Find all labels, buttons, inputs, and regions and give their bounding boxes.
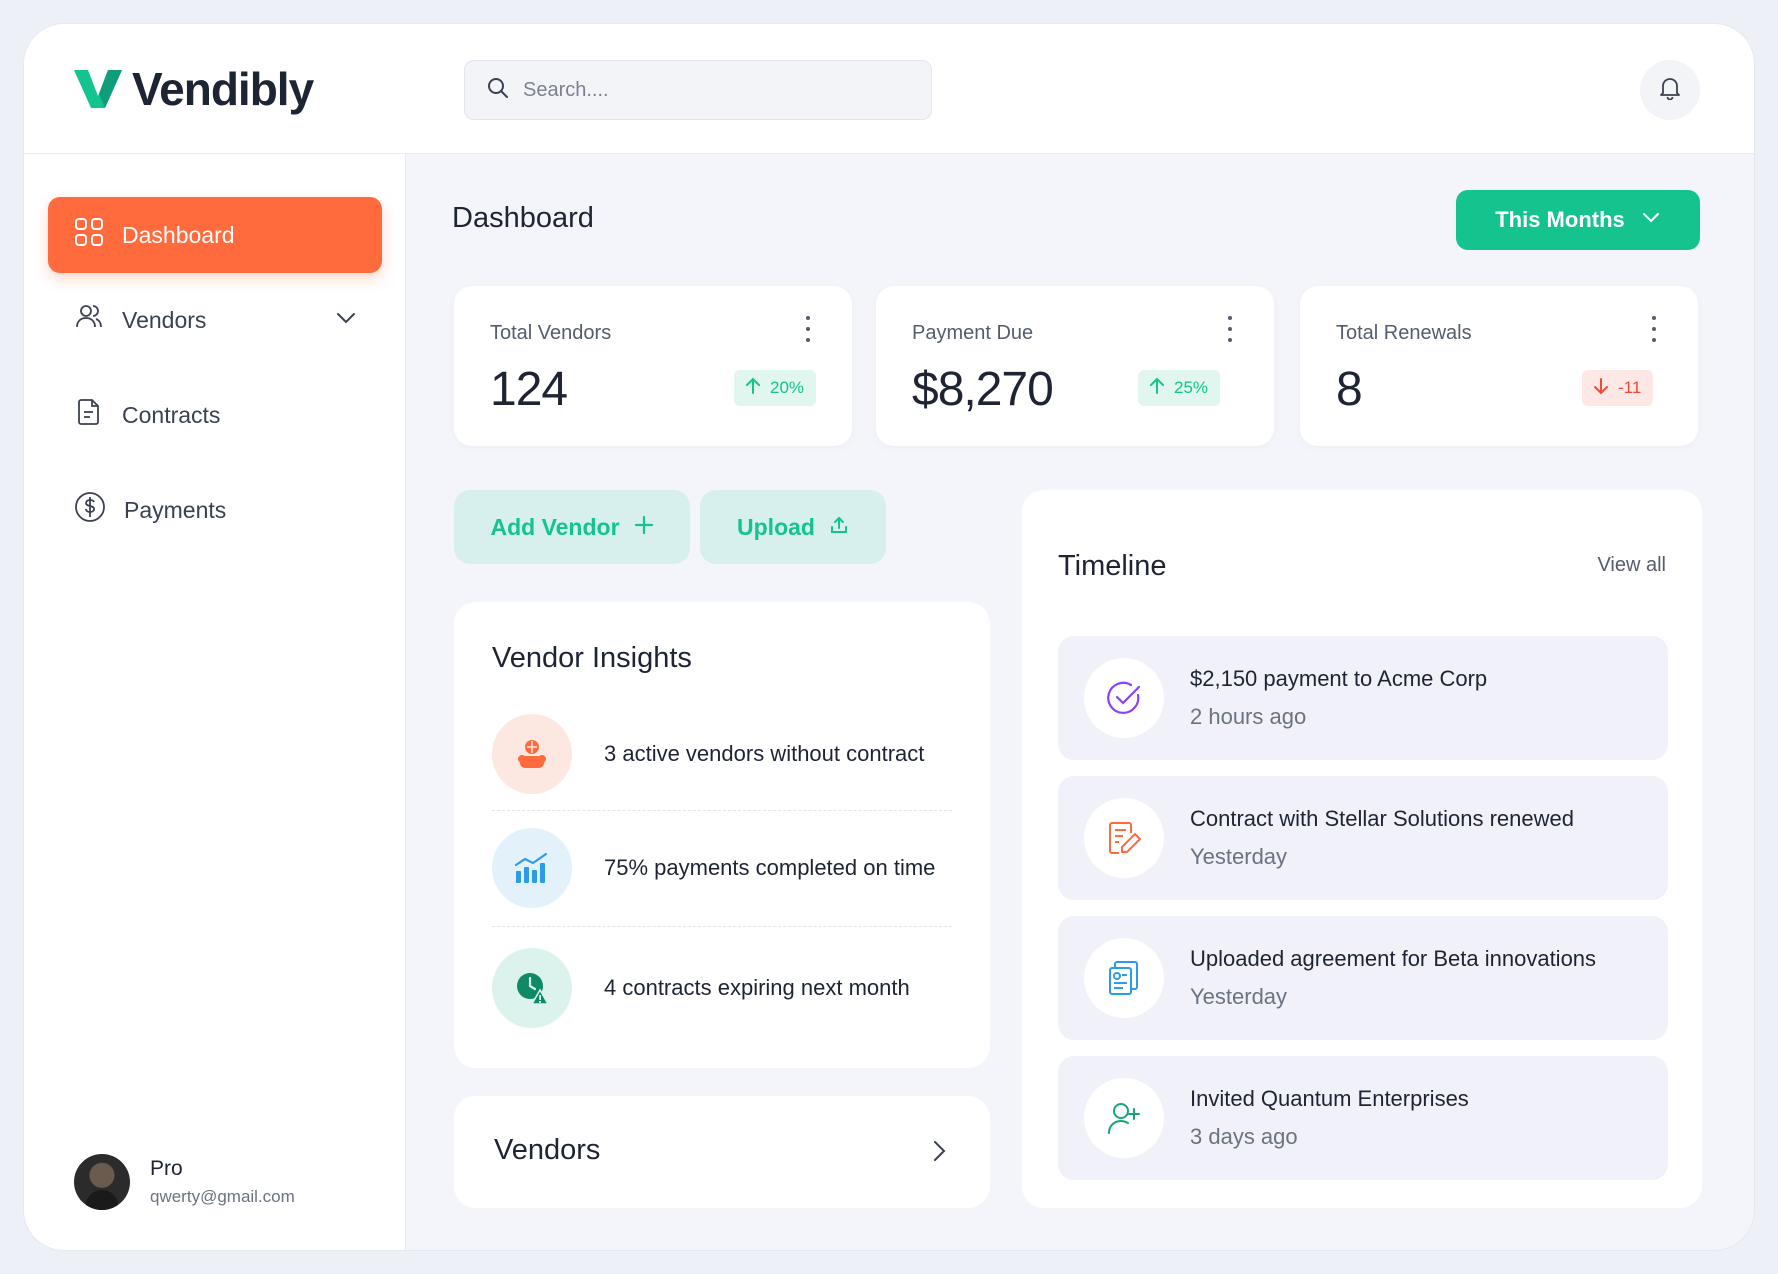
sidebar: Dashboard Vendors Contracts Payments Pro…	[24, 154, 406, 1250]
upload-icon	[829, 514, 849, 541]
page-title: Dashboard	[452, 202, 594, 234]
grid-icon	[74, 217, 104, 253]
clock-warning-icon	[492, 948, 572, 1028]
search-box[interactable]	[464, 60, 932, 120]
divider	[492, 926, 952, 927]
user-plus-icon	[1084, 1078, 1164, 1158]
stat-card-total-vendors: Total Vendors 124 20%	[454, 286, 852, 446]
vendors-card-title: Vendors	[494, 1134, 601, 1166]
arrow-up-icon	[746, 377, 760, 400]
plus-icon	[634, 514, 654, 541]
list-item[interactable]: 4 contracts expiring next month	[492, 948, 952, 1028]
trend-badge: 20%	[734, 370, 817, 406]
avatar[interactable]	[74, 1154, 130, 1210]
trend-value: -11	[1618, 378, 1642, 397]
add-vendor-button[interactable]: Add Vendor	[454, 490, 690, 564]
upload-button[interactable]: Upload	[700, 490, 886, 564]
dollar-icon	[74, 491, 106, 529]
stat-card-total-renewals: Total Renewals 8 -11	[1300, 286, 1698, 446]
timeline-item[interactable]: Invited Quantum Enterprises 3 days ago	[1058, 1056, 1668, 1180]
user-name: Pro	[150, 1157, 183, 1180]
timeline-item-title: Invited Quantum Enterprises	[1190, 1086, 1469, 1111]
sidebar-item-label: Payments	[124, 496, 227, 523]
more-options-icon[interactable]	[1650, 316, 1658, 342]
more-options-icon[interactable]	[804, 316, 812, 342]
timeline-title: Timeline	[1058, 550, 1167, 582]
sidebar-item-contracts[interactable]: Contracts	[48, 377, 382, 453]
timeline-item-title: Contract with Stellar Solutions renewed	[1190, 806, 1574, 831]
trend-value: 25%	[1174, 378, 1209, 397]
stat-value: $8,270	[912, 363, 1054, 416]
upload-label: Upload	[737, 513, 815, 540]
timeline-item-time: Yesterday	[1190, 844, 1288, 869]
contract-edit-icon	[1084, 798, 1164, 878]
app-logo[interactable]: Vendibly	[72, 62, 314, 116]
insight-text: 75% payments completed on time	[604, 855, 936, 880]
arrow-up-icon	[1150, 377, 1164, 400]
stat-label: Total Vendors	[490, 322, 612, 344]
sidebar-item-label: Vendors	[122, 306, 207, 333]
app-window: Vendibly Dashboard Vendors	[24, 24, 1754, 1250]
list-item[interactable]: 75% payments completed on time	[492, 828, 952, 908]
top-header: Vendibly	[24, 24, 1754, 154]
stat-label: Payment Due	[912, 322, 1034, 344]
stat-value: 8	[1336, 363, 1363, 416]
team-alert-icon	[492, 714, 572, 794]
insight-text: 4 contracts expiring next month	[604, 975, 910, 1000]
sidebar-item-payments[interactable]: Payments	[48, 472, 382, 548]
notifications-button[interactable]	[1640, 60, 1700, 120]
user-profile[interactable]: Pro qwerty@gmail.com	[74, 1154, 295, 1210]
view-all-link[interactable]: View all	[1597, 554, 1666, 577]
document-icon	[74, 397, 104, 433]
stat-label: Total Renewals	[1336, 322, 1472, 344]
timeline-item[interactable]: $2,150 payment to Acme Corp 2 hours ago	[1058, 636, 1668, 760]
timeline-card: Timeline View all $2,150 payment to Acme…	[1022, 490, 1702, 1208]
app-name: Vendibly	[132, 63, 314, 115]
divider	[492, 810, 952, 811]
timeline-item[interactable]: Uploaded agreement for Beta innovations …	[1058, 916, 1668, 1040]
trend-badge: -11	[1582, 370, 1654, 406]
timeline-item-title: Uploaded agreement for Beta innovations	[1190, 946, 1597, 971]
logo-v-icon	[72, 66, 124, 112]
more-options-icon[interactable]	[1226, 316, 1234, 342]
timeline-item-title: $2,150 payment to Acme Corp	[1190, 666, 1488, 691]
agreement-icon	[1084, 938, 1164, 1018]
sidebar-item-vendors[interactable]: Vendors	[48, 282, 382, 358]
insights-title: Vendor Insights	[492, 642, 692, 674]
check-circle-icon	[1084, 658, 1164, 738]
bar-chart-icon	[492, 828, 572, 908]
timeline-item[interactable]: Contract with Stellar Solutions renewed …	[1058, 776, 1668, 900]
bell-icon	[1659, 76, 1681, 105]
vendor-insights-card: Vendor Insights 3 active vendors without…	[454, 602, 990, 1068]
trend-value: 20%	[770, 378, 805, 397]
list-item[interactable]: 3 active vendors without contract	[492, 714, 952, 794]
chevron-right-icon[interactable]	[928, 1138, 950, 1169]
vendors-card[interactable]: Vendors	[454, 1096, 990, 1208]
insight-text: 3 active vendors without contract	[604, 741, 925, 766]
sidebar-item-dashboard[interactable]: Dashboard	[48, 197, 382, 273]
user-email: qwerty@gmail.com	[150, 1187, 295, 1206]
stat-value: 124	[490, 363, 568, 416]
sidebar-item-label: Dashboard	[122, 221, 235, 248]
chevron-down-icon[interactable]	[334, 306, 358, 336]
timeline-item-time: 2 hours ago	[1190, 704, 1307, 729]
chevron-down-icon	[1641, 207, 1661, 233]
trend-badge: 25%	[1138, 370, 1221, 406]
search-input[interactable]	[523, 78, 903, 102]
search-icon	[487, 77, 509, 104]
period-dropdown[interactable]: This Months	[1456, 190, 1700, 250]
stat-card-payment-due: Payment Due $8,270 25%	[876, 286, 1274, 446]
timeline-item-time: 3 days ago	[1190, 1124, 1298, 1149]
period-label: This Months	[1495, 207, 1625, 232]
add-vendor-label: Add Vendor	[490, 513, 620, 540]
timeline-item-time: Yesterday	[1190, 984, 1288, 1009]
sidebar-item-label: Contracts	[122, 401, 221, 428]
users-icon	[74, 302, 104, 338]
arrow-down-icon	[1594, 377, 1608, 400]
